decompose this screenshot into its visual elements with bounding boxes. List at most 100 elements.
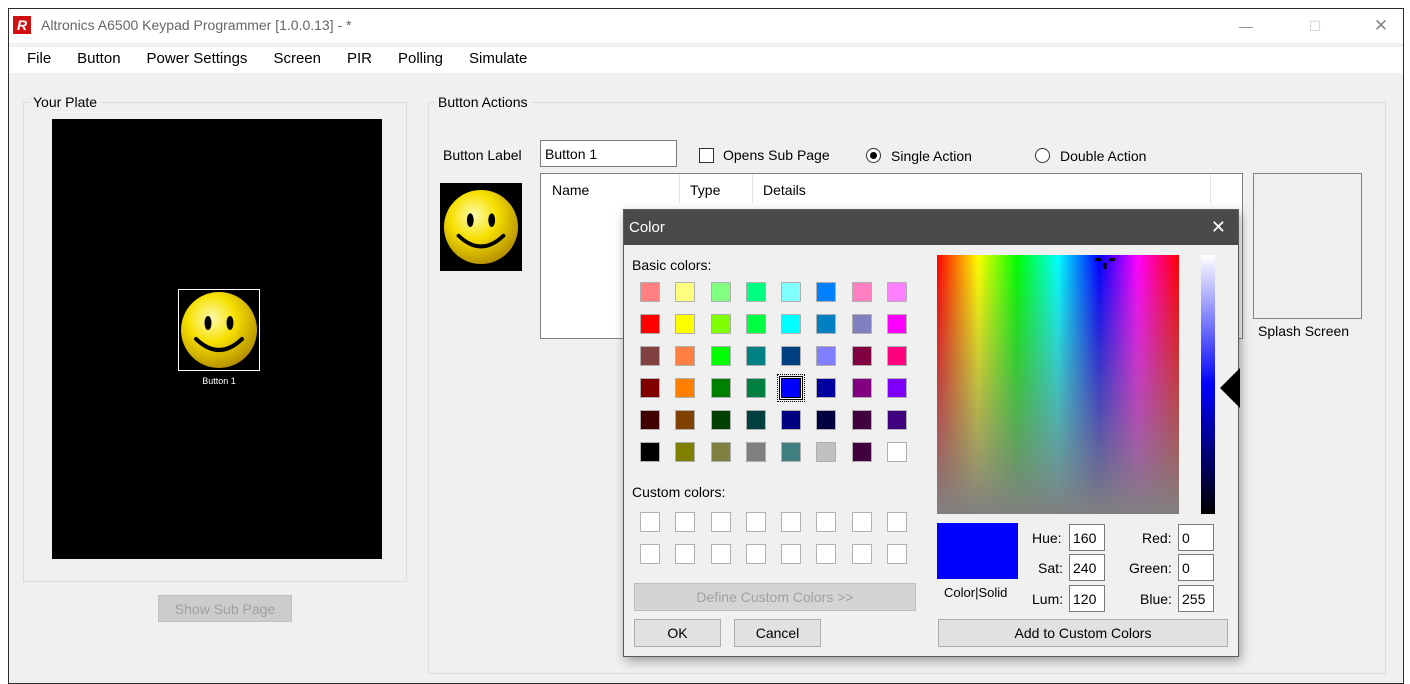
color-swatch[interactable] xyxy=(673,408,697,432)
luminosity-arrow-icon[interactable] xyxy=(1220,368,1240,408)
minimize-button[interactable]: — xyxy=(1223,9,1269,43)
color-swatch[interactable] xyxy=(777,374,806,402)
menu-pir[interactable]: PIR xyxy=(334,47,385,73)
sat-input[interactable] xyxy=(1069,554,1105,581)
color-swatch[interactable] xyxy=(638,408,662,432)
button-image-thumbnail[interactable] xyxy=(440,183,522,271)
color-swatch[interactable] xyxy=(779,408,803,432)
color-swatch[interactable] xyxy=(779,440,803,464)
color-swatch[interactable] xyxy=(850,344,874,368)
green-input[interactable] xyxy=(1178,554,1214,581)
color-swatch[interactable] xyxy=(814,280,838,304)
color-swatch[interactable] xyxy=(638,344,662,368)
maximize-button[interactable]: ☐ xyxy=(1292,9,1338,43)
custom-color-swatch[interactable] xyxy=(638,542,662,566)
color-swatch[interactable] xyxy=(885,376,909,400)
color-swatch[interactable] xyxy=(744,344,768,368)
menu-power-settings[interactable]: Power Settings xyxy=(134,47,261,73)
color-swatch[interactable] xyxy=(850,408,874,432)
color-swatch[interactable] xyxy=(638,376,662,400)
column-name[interactable]: Name xyxy=(552,182,589,198)
menu-button[interactable]: Button xyxy=(64,47,133,73)
blue-input[interactable] xyxy=(1178,585,1214,612)
luminosity-bar[interactable] xyxy=(1201,255,1215,514)
cancel-button[interactable]: Cancel xyxy=(734,619,821,647)
color-swatch[interactable] xyxy=(709,376,733,400)
color-swatch[interactable] xyxy=(744,312,768,336)
custom-color-swatch[interactable] xyxy=(638,510,662,534)
show-sub-page-button[interactable]: Show Sub Page xyxy=(158,595,292,622)
custom-color-swatch[interactable] xyxy=(744,510,768,534)
color-swatch[interactable] xyxy=(814,312,838,336)
color-swatch[interactable] xyxy=(744,376,768,400)
color-swatch[interactable] xyxy=(638,312,662,336)
menu-screen[interactable]: Screen xyxy=(260,47,334,73)
color-swatch[interactable] xyxy=(744,440,768,464)
color-swatch[interactable] xyxy=(744,408,768,432)
color-swatch[interactable] xyxy=(709,344,733,368)
color-swatch[interactable] xyxy=(779,312,803,336)
color-swatch[interactable] xyxy=(673,344,697,368)
color-swatch[interactable] xyxy=(814,408,838,432)
lum-input[interactable] xyxy=(1069,585,1105,612)
add-to-custom-colors-button[interactable]: Add to Custom Colors xyxy=(938,619,1228,647)
color-swatch[interactable] xyxy=(709,440,733,464)
column-type[interactable]: Type xyxy=(690,182,720,198)
ok-button[interactable]: OK xyxy=(634,619,721,647)
color-swatch[interactable] xyxy=(885,280,909,304)
color-swatch[interactable] xyxy=(779,344,803,368)
color-swatch[interactable] xyxy=(885,344,909,368)
color-swatch[interactable] xyxy=(814,344,838,368)
custom-color-swatch[interactable] xyxy=(779,510,803,534)
color-swatch[interactable] xyxy=(885,440,909,464)
color-swatch[interactable] xyxy=(814,376,838,400)
color-swatch[interactable] xyxy=(850,280,874,304)
custom-color-swatch[interactable] xyxy=(673,542,697,566)
close-icon[interactable]: ✕ xyxy=(1211,217,1226,238)
menu-file[interactable]: File xyxy=(9,47,64,73)
button-label-input[interactable] xyxy=(540,140,677,167)
hue-input[interactable] xyxy=(1069,524,1105,551)
color-swatch[interactable] xyxy=(709,280,733,304)
color-swatch[interactable] xyxy=(709,312,733,336)
define-custom-colors-button[interactable]: Define Custom Colors >> xyxy=(634,583,916,611)
color-swatch[interactable] xyxy=(638,280,662,304)
custom-color-swatch[interactable] xyxy=(673,510,697,534)
custom-color-swatch[interactable] xyxy=(850,510,874,534)
splash-screen-box[interactable] xyxy=(1253,173,1362,319)
color-swatch[interactable] xyxy=(779,280,803,304)
color-swatch[interactable] xyxy=(744,280,768,304)
color-swatch[interactable] xyxy=(885,312,909,336)
color-swatch[interactable] xyxy=(673,280,697,304)
color-swatch[interactable] xyxy=(638,440,662,464)
color-swatch[interactable] xyxy=(673,440,697,464)
single-action-radio[interactable] xyxy=(866,148,881,163)
opens-sub-page-checkbox[interactable] xyxy=(699,148,714,163)
color-spectrum[interactable] xyxy=(937,255,1179,514)
custom-color-swatch[interactable] xyxy=(885,542,909,566)
custom-color-swatch[interactable] xyxy=(779,542,803,566)
column-details[interactable]: Details xyxy=(763,182,806,198)
close-button[interactable]: ✕ xyxy=(1358,9,1403,43)
custom-color-swatch[interactable] xyxy=(814,542,838,566)
custom-color-swatch[interactable] xyxy=(850,542,874,566)
color-swatch[interactable] xyxy=(709,408,733,432)
custom-color-swatch[interactable] xyxy=(814,510,838,534)
color-swatch[interactable] xyxy=(673,376,697,400)
color-swatch[interactable] xyxy=(850,440,874,464)
color-swatch[interactable] xyxy=(885,408,909,432)
color-swatch[interactable] xyxy=(673,312,697,336)
plate-button-1[interactable] xyxy=(178,289,260,371)
custom-color-swatch[interactable] xyxy=(744,542,768,566)
color-swatch[interactable] xyxy=(814,440,838,464)
custom-color-swatch[interactable] xyxy=(885,510,909,534)
red-input[interactable] xyxy=(1178,524,1214,551)
double-action-radio[interactable] xyxy=(1035,148,1050,163)
custom-color-swatch[interactable] xyxy=(709,542,733,566)
menu-polling[interactable]: Polling xyxy=(385,47,456,73)
custom-color-swatch[interactable] xyxy=(709,510,733,534)
swatch-fill xyxy=(675,410,696,430)
color-swatch[interactable] xyxy=(850,376,874,400)
menu-simulate[interactable]: Simulate xyxy=(456,47,540,73)
color-swatch[interactable] xyxy=(850,312,874,336)
